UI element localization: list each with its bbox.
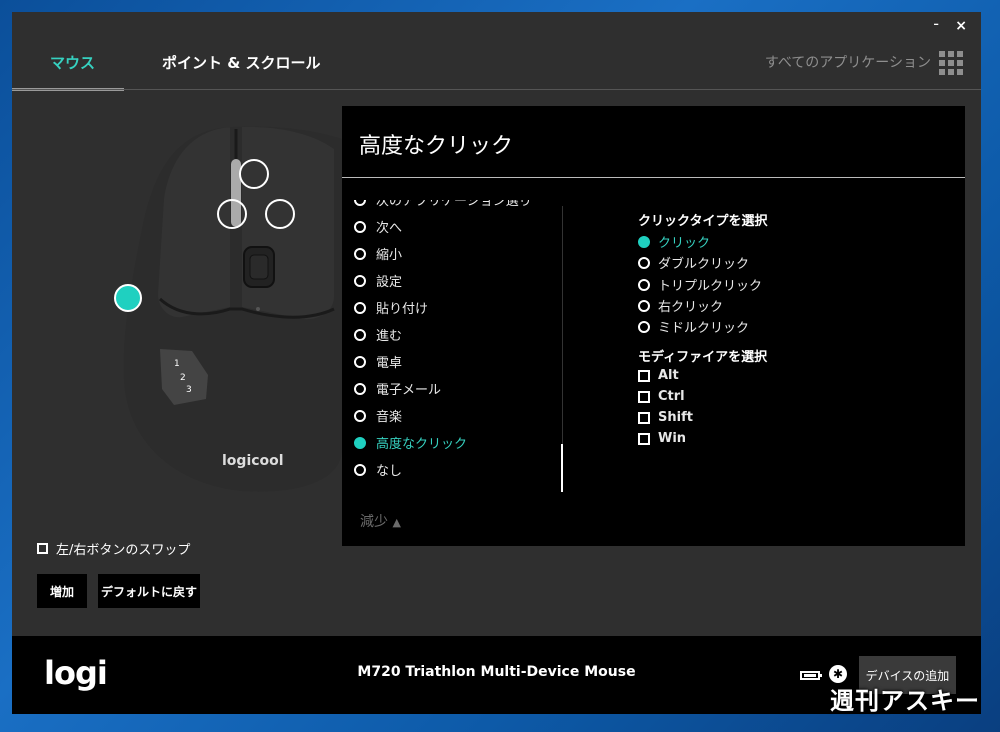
panel-divider [342, 177, 965, 178]
checkbox[interactable] [638, 411, 650, 424]
watermark: 週刊アスキー [830, 687, 980, 715]
radio-icon [354, 301, 366, 314]
radio-icon [638, 278, 650, 291]
radio-icon [638, 299, 650, 312]
side-button-2: 2 [180, 373, 186, 383]
radio-icon [354, 409, 366, 422]
modifier-title: モディファイアを選択 [638, 350, 768, 365]
click-type-option[interactable]: トリプルクリック [638, 275, 762, 294]
click-type-option[interactable]: ミドルクリック [638, 317, 749, 336]
mouse-brand-logo: logicool [222, 453, 284, 469]
click-type-option[interactable]: 右クリック [638, 296, 723, 315]
modifier-option-ctrl[interactable]: Ctrl [638, 389, 685, 404]
radio-icon [354, 220, 366, 233]
swap-label: 左/右ボタンのスワップ [56, 543, 191, 558]
checkbox[interactable] [638, 390, 650, 403]
radio-icon [354, 328, 366, 341]
radio-icon [354, 463, 366, 476]
click-type-title: クリックタイプを選択 [638, 214, 768, 229]
list-item[interactable]: 進む [354, 321, 554, 348]
list-item[interactable]: 縮小 [354, 240, 554, 267]
radio-selected-icon [638, 235, 650, 248]
side-button-1: 1 [174, 359, 180, 369]
checkbox[interactable] [638, 432, 650, 445]
radio-icon [638, 256, 650, 269]
list-item-selected[interactable]: 高度なクリック [354, 429, 554, 456]
action-panel: 高度なクリック 次のアプリケーション選り 次へ 縮小 設定 貼り付け 進む 電卓… [342, 106, 965, 546]
click-type-option[interactable]: ダブルクリック [638, 253, 749, 272]
panel-title: 高度なクリック [359, 134, 514, 159]
radio-icon [354, 355, 366, 368]
list-item[interactable]: 電卓 [354, 348, 554, 375]
radio-selected-icon [354, 436, 366, 449]
minimize-button[interactable]: - [933, 14, 939, 33]
modifier-option-shift[interactable]: Shift [638, 410, 693, 425]
mouse-image: 1 2 3 logicool [112, 119, 342, 499]
checkbox[interactable] [638, 369, 650, 382]
side-button-3: 3 [186, 385, 192, 395]
tab-point-scroll[interactable]: ポイント & スクロール [162, 52, 321, 73]
divider [12, 89, 981, 90]
restore-default-button[interactable]: デフォルトに戻す [98, 574, 200, 608]
modifier-option-win[interactable]: Win [638, 431, 686, 446]
battery-icon [800, 671, 822, 680]
close-button[interactable]: × [955, 18, 967, 34]
tab-mouse[interactable]: マウス [50, 52, 95, 73]
list-item[interactable]: 電子メール [354, 375, 554, 402]
list-scrollbar-thumb[interactable] [561, 444, 563, 492]
add-button[interactable]: 増加 [37, 574, 87, 608]
list-item[interactable]: 次のアプリケーション選り [354, 200, 554, 213]
list-item[interactable]: なし [354, 456, 554, 483]
collapse-link[interactable]: 減少 ▲ [360, 511, 401, 531]
chevron-up-icon: ▲ [392, 516, 401, 529]
radio-icon [354, 200, 366, 206]
radio-icon [354, 382, 366, 395]
radio-icon [354, 274, 366, 287]
logi-options-window: - × マウス ポイント & スクロール すべてのアプリケーション 1 2 3 … [12, 12, 981, 714]
list-item[interactable]: 貼り付け [354, 294, 554, 321]
all-applications-link[interactable]: すべてのアプリケーション [765, 52, 931, 72]
list-item[interactable]: 次へ [354, 213, 554, 240]
click-type-option[interactable]: クリック [638, 232, 710, 251]
action-list: 次のアプリケーション選り 次へ 縮小 設定 貼り付け 進む 電卓 電子メール 音… [354, 200, 554, 500]
radio-icon [638, 320, 650, 333]
list-item[interactable]: 音楽 [354, 402, 554, 429]
radio-icon [354, 247, 366, 260]
swap-buttons-option[interactable]: 左/右ボタンのスワップ [37, 539, 190, 558]
list-item[interactable]: 設定 [354, 267, 554, 294]
app-grid-icon[interactable] [939, 51, 963, 75]
modifier-option-alt[interactable]: Alt [638, 368, 679, 383]
swap-checkbox[interactable] [37, 543, 48, 554]
gesture-button-hotspot[interactable] [114, 284, 142, 312]
